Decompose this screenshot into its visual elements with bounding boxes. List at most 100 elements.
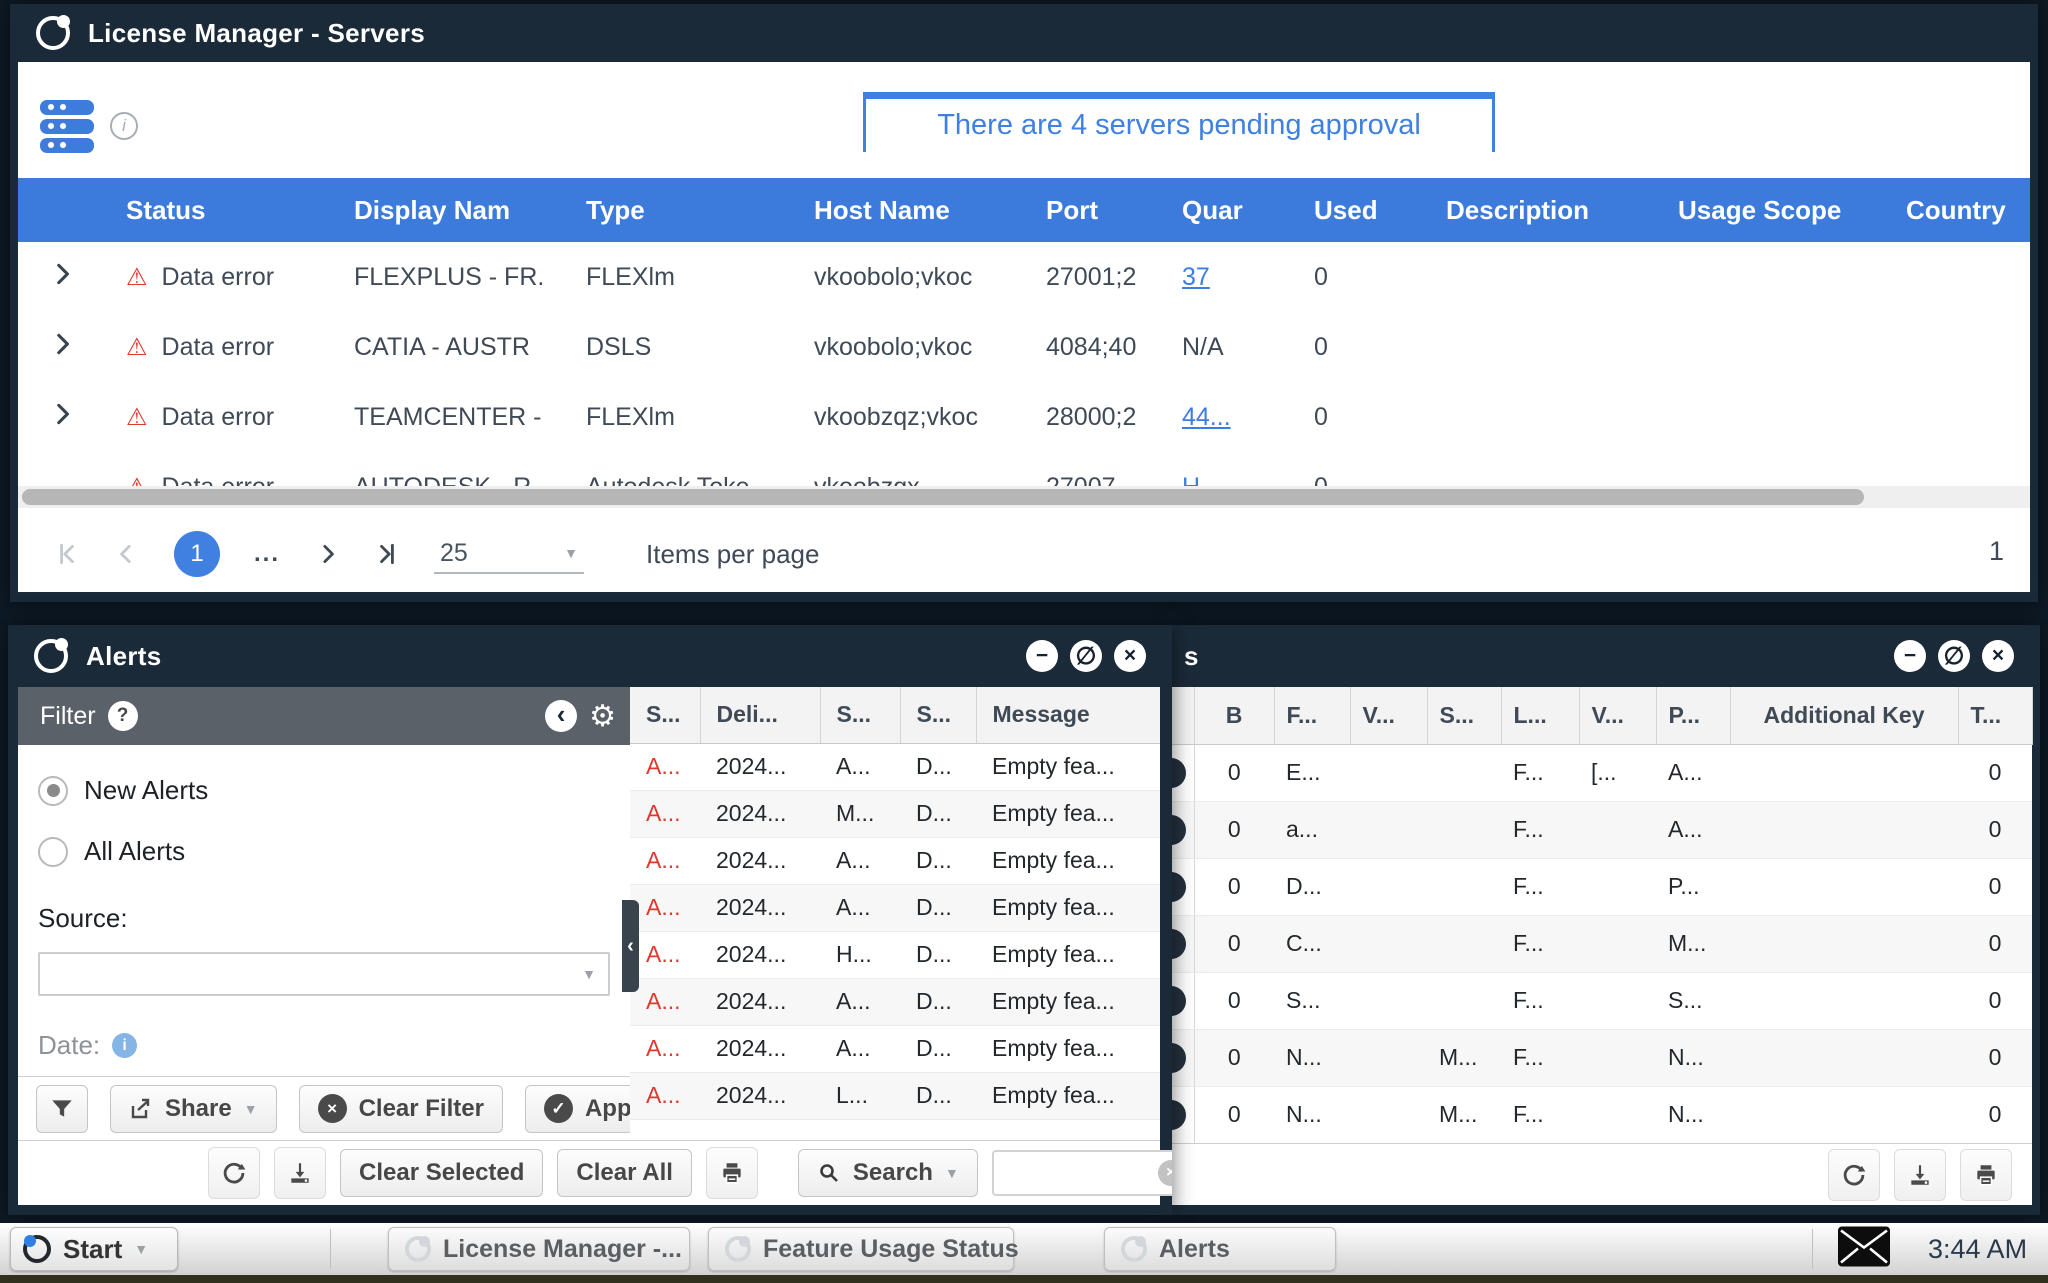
server-row[interactable]: ⚠Data error FLEXPLUS - FR. FLEXlm vkoobo… [18, 242, 2030, 312]
alert-row[interactable]: A...2024...A...D...Empty fea... [630, 884, 1160, 931]
refresh-button[interactable] [1828, 1149, 1880, 1201]
gear-icon[interactable]: ⚙ [589, 699, 616, 734]
filter-footer: Share ▼ × Clear Filter ✓ Apply [18, 1076, 630, 1140]
feature-row[interactable]: 0 D... F... P... 0 [1172, 858, 2032, 915]
radio-all-alerts[interactable]: All Alerts [38, 836, 610, 867]
col-usage-scope[interactable]: Usage Scope [1658, 178, 1886, 242]
alert-row[interactable]: A...2024...H...D...Empty fea... [630, 931, 1160, 978]
close-icon[interactable]: × [1114, 640, 1146, 672]
taskbar-item-feature-usage-status[interactable]: Feature Usage Status [708, 1227, 1014, 1271]
server-row[interactable]: ⚠Data error AUTODESK - R Autodesk Toke v… [18, 452, 2030, 518]
col-country[interactable]: Country [1886, 178, 2030, 242]
type-cell: FLEXlm [566, 382, 794, 452]
radio-unselected-icon[interactable] [38, 837, 68, 867]
server-row[interactable]: ⚠Data error CATIA - AUSTR DSLS vkoobolo;… [18, 312, 2030, 382]
popout-icon[interactable]: ∅ [1070, 640, 1102, 672]
feature-row[interactable]: 0 N... M... F... N... 0 [1172, 1086, 2032, 1143]
next-page-icon[interactable] [314, 541, 340, 567]
servers-icon[interactable] [40, 100, 94, 157]
help-icon[interactable]: ? [108, 701, 138, 731]
col-used[interactable]: Used [1294, 178, 1426, 242]
server-row[interactable]: ⚠Data error TEAMCENTER - FLEXlm vkoobzqz… [18, 382, 2030, 452]
col-v1[interactable]: V... [1350, 687, 1427, 744]
print-icon[interactable] [1960, 1149, 2012, 1201]
pending-approval-banner[interactable]: There are 4 servers pending approval [863, 92, 1495, 152]
start-button[interactable]: Start ▼ [10, 1227, 178, 1271]
col-p[interactable]: P... [1656, 687, 1730, 744]
filter-icon-button[interactable] [36, 1085, 88, 1133]
share-button[interactable]: Share ▼ [110, 1085, 277, 1133]
print-icon[interactable] [706, 1147, 758, 1199]
quar-link[interactable]: 44... [1182, 403, 1231, 431]
panel-collapse-handle[interactable]: ‹ [622, 900, 639, 992]
search-input[interactable] [992, 1150, 1172, 1196]
refresh-button[interactable] [208, 1147, 260, 1199]
feature-row[interactable]: 0 E... F... [... A... 0 [1172, 744, 2032, 801]
clear-selected-button[interactable]: Clear Selected [340, 1149, 543, 1197]
download-icon[interactable] [274, 1147, 326, 1199]
col-s3[interactable]: S... [900, 687, 976, 743]
minimize-icon[interactable]: − [1894, 640, 1926, 672]
feature-row[interactable]: 0 C... F... M... 0 [1172, 915, 2032, 972]
popout-icon[interactable]: ∅ [1938, 640, 1970, 672]
alert-row[interactable]: A...2024...A...D...Empty fea... [630, 837, 1160, 884]
row-expand-icon[interactable] [18, 312, 106, 382]
page-size-select[interactable]: 25 ▼ [434, 535, 584, 574]
quar-link[interactable]: 37 [1182, 263, 1210, 291]
envelope-icon[interactable] [1838, 1227, 1890, 1272]
col-port[interactable]: Port [1026, 178, 1162, 242]
chevron-down-icon: ▼ [564, 545, 578, 561]
taskbar-item-license-manager[interactable]: License Manager -... [388, 1227, 690, 1271]
col-s1[interactable]: S... [630, 687, 700, 743]
alert-row[interactable]: A...2024...A...D...Empty fea... [630, 978, 1160, 1025]
radio-selected-icon[interactable] [38, 776, 68, 806]
horizontal-scrollbar[interactable] [18, 486, 2030, 508]
col-l[interactable]: L... [1501, 687, 1579, 744]
feature-row[interactable]: 0 S... F... S... 0 [1172, 972, 2032, 1029]
current-page-button[interactable]: 1 [174, 531, 220, 577]
row-expand-icon[interactable] [18, 452, 106, 518]
source-select[interactable]: ▼ [38, 952, 610, 996]
used-cell: 0 [1294, 382, 1426, 452]
col-v2[interactable]: V... [1579, 687, 1656, 744]
first-page-icon[interactable] [54, 541, 80, 567]
alert-row[interactable]: A...2024...L...D...Empty fea... [630, 1072, 1160, 1119]
horizontal-scrollbar-thumb[interactable] [22, 489, 1864, 505]
radio-new-alerts[interactable]: New Alerts [38, 775, 610, 806]
used-cell: 0 [1294, 242, 1426, 312]
col-additional-key[interactable]: Additional Key [1730, 687, 1958, 744]
col-display-name[interactable]: Display Nam [334, 178, 566, 242]
clear-all-button[interactable]: Clear All [557, 1149, 691, 1197]
alert-row[interactable]: A...2024...A...D...Empty fea... [630, 1025, 1160, 1072]
minimize-icon[interactable]: − [1026, 640, 1058, 672]
alert-row[interactable]: A...2024...A...D...Empty fea... [630, 743, 1160, 790]
desktop-edge [0, 1275, 2048, 1283]
clear-filter-button[interactable]: × Clear Filter [299, 1085, 503, 1133]
row-expand-icon[interactable] [18, 382, 106, 452]
col-type[interactable]: Type [566, 178, 794, 242]
col-description[interactable]: Description [1426, 178, 1658, 242]
search-button[interactable]: Search ▼ [798, 1149, 978, 1197]
col-s[interactable]: S... [1427, 687, 1501, 744]
download-icon[interactable] [1894, 1149, 1946, 1201]
col-f[interactable]: F... [1274, 687, 1350, 744]
col-quar[interactable]: Quar [1162, 178, 1294, 242]
col-deli[interactable]: Deli... [700, 687, 820, 743]
page-ellipsis[interactable]: ... [254, 540, 280, 568]
last-page-icon[interactable] [374, 541, 400, 567]
prev-page-icon[interactable] [114, 541, 140, 567]
col-s2[interactable]: S... [820, 687, 900, 743]
row-expand-icon[interactable] [18, 242, 106, 312]
col-message[interactable]: Message [976, 687, 1160, 743]
col-status[interactable]: Status [106, 178, 334, 242]
col-t[interactable]: T... [1958, 687, 2032, 744]
collapse-panel-icon[interactable]: ‹ [545, 700, 577, 732]
alert-row[interactable]: A...2024...M...D...Empty fea... [630, 790, 1160, 837]
col-host-name[interactable]: Host Name [794, 178, 1026, 242]
taskbar-item-alerts[interactable]: Alerts [1104, 1227, 1336, 1271]
col-b[interactable]: B [1194, 687, 1274, 744]
feature-row[interactable]: 0 a... F... A... 0 [1172, 801, 2032, 858]
info-icon[interactable]: i [110, 112, 138, 140]
close-icon[interactable]: × [1982, 640, 2014, 672]
feature-row[interactable]: 0 N... M... F... N... 0 [1172, 1029, 2032, 1086]
